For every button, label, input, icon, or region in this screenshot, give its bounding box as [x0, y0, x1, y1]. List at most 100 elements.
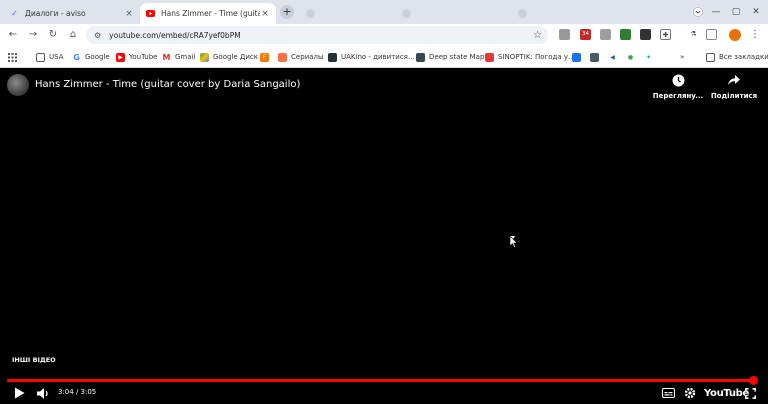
bookmark-translate[interactable]	[572, 50, 585, 64]
bookmark-google[interactable]: G Google	[72, 50, 110, 64]
extension-icon[interactable]	[640, 29, 651, 40]
bookmark-label: SINOPTIK: Погода у...	[498, 53, 575, 61]
bookmark-label: YouTube	[129, 53, 158, 61]
bookmark-sinoptik[interactable]: SINOPTIK: Погода у...	[485, 50, 575, 64]
watch-later-button[interactable]: Переглянy...	[648, 74, 708, 100]
bookmark-label: Google Диск	[213, 53, 259, 61]
bookmark-google-drive[interactable]: Google Диск	[200, 50, 258, 64]
scrubber-handle[interactable]	[748, 376, 758, 385]
bookmark-label: Все закладки	[719, 53, 768, 61]
tab-search-icon[interactable]	[688, 2, 708, 22]
bookmark-gmail[interactable]: M Gmail	[162, 50, 196, 64]
bookmark-f[interactable]: F	[260, 50, 273, 64]
globe-icon	[518, 9, 527, 18]
youtube-favicon-icon	[146, 9, 155, 18]
aviso-favicon-icon: ✓	[11, 9, 18, 18]
menu-dots-icon[interactable]: ⋮	[750, 27, 760, 43]
maximize-icon[interactable]: ▢	[726, 2, 746, 22]
bookmark-arrow[interactable]: ◀	[608, 50, 621, 64]
forward-icon[interactable]: →	[26, 28, 40, 42]
clock-icon	[648, 74, 708, 88]
folder-icon	[36, 52, 45, 62]
address-toolbar: ← → ↻ ⌂ ⚙ youtube.com/embed/cRA7yef0bPM …	[0, 24, 768, 46]
apps-grid-icon[interactable]	[8, 50, 17, 64]
youtube-icon: ▶	[116, 52, 125, 62]
arrow-left-icon: ◀	[610, 53, 615, 61]
play-icon[interactable]	[12, 386, 26, 400]
bookmark-deepstate[interactable]: Deep state Map	[416, 50, 484, 64]
volume-icon[interactable]	[36, 386, 50, 400]
extensions-puzzle-icon[interactable]: ✚	[660, 29, 671, 40]
video-title[interactable]: Hans Zimmer - Time (guitar cover by Dari…	[35, 79, 300, 90]
bookmark-label: USA	[49, 53, 64, 61]
tab-blurred[interactable]	[396, 3, 506, 24]
bookmark-dc[interactable]	[590, 50, 603, 64]
dc-icon	[590, 52, 599, 62]
google-drive-icon	[200, 52, 209, 62]
reload-icon[interactable]: ↻	[46, 28, 60, 42]
bookmark-label: Google	[85, 53, 110, 61]
watch-later-label: Переглянy...	[652, 92, 704, 100]
site-info-icon[interactable]: ⚙	[94, 31, 101, 40]
close-window-icon[interactable]: ✕	[746, 2, 766, 22]
sparkle-icon: ✦	[645, 53, 652, 61]
close-icon[interactable]: ×	[124, 9, 134, 19]
tab-blurred[interactable]	[512, 3, 630, 24]
extension-icon[interactable]	[600, 29, 611, 40]
bookmark-uakino[interactable]: UAKino - дивитися...	[328, 50, 415, 64]
bookmark-usa[interactable]: USA	[36, 50, 64, 64]
bookmark-maps[interactable]: ●	[626, 50, 639, 64]
back-icon[interactable]: ←	[6, 28, 20, 42]
share-label: Поділитися	[710, 92, 758, 100]
time-display: 3:04 / 3:05	[58, 388, 97, 396]
globe-icon	[306, 9, 315, 18]
fullscreen-icon[interactable]	[742, 386, 758, 400]
uakino-icon	[328, 52, 337, 62]
minimize-icon[interactable]: —	[706, 2, 726, 22]
close-icon[interactable]: ×	[260, 9, 270, 19]
progress-bar[interactable]	[7, 376, 758, 385]
extension-badge-icon[interactable]: 34	[580, 29, 591, 40]
bookmark-youtube[interactable]: ▶ YouTube	[116, 50, 157, 64]
folder-icon	[706, 52, 715, 62]
bookmark-star-icon[interactable]: ☆	[533, 30, 542, 41]
translate-icon	[572, 52, 581, 62]
f-logo-icon: F	[260, 52, 269, 62]
bookmark-all[interactable]: Все закладки	[706, 50, 768, 64]
bookmark-serials[interactable]: Сериалы	[278, 50, 323, 64]
deepstate-icon	[416, 52, 425, 62]
tab-label: Hans Zimmer - Time (guitar cove	[161, 9, 260, 18]
extension-icon[interactable]	[620, 29, 631, 40]
bookmark-label: UAKino - дивитися...	[341, 53, 415, 61]
address-bar[interactable]: ⚙ youtube.com/embed/cRA7yef0bPM ☆	[86, 26, 548, 44]
sinoptik-icon	[485, 52, 494, 62]
side-panel-icon[interactable]	[706, 29, 717, 40]
tab-youtube[interactable]: Hans Zimmer - Time (guitar cove ×	[140, 3, 276, 24]
profile-avatar[interactable]	[729, 29, 741, 41]
settings-gear-icon[interactable]	[682, 386, 698, 400]
new-tab-button[interactable]: +	[280, 5, 294, 19]
subtitles-icon[interactable]	[660, 386, 676, 400]
flame-icon	[278, 52, 287, 62]
url-text[interactable]: youtube.com/embed/cRA7yef0bPM	[109, 31, 533, 40]
progress-played	[7, 379, 754, 382]
more-bookmarks-chevron-icon[interactable]: »	[680, 50, 684, 64]
tab-blurred[interactable]	[300, 3, 390, 24]
bookmark-label: Сериалы	[291, 53, 324, 61]
channel-avatar[interactable]	[7, 74, 29, 96]
bookmark-star[interactable]: ✦	[644, 50, 657, 64]
home-icon[interactable]: ⌂	[66, 28, 80, 42]
video-player[interactable]: Hans Zimmer - Time (guitar cover by Dari…	[0, 68, 768, 404]
bookmark-label: Deep state Map	[429, 53, 485, 61]
tab-aviso[interactable]: ✓ Диалоги - aviso ×	[4, 3, 140, 24]
share-button[interactable]: Поділитися	[704, 74, 764, 100]
gmail-icon: M	[162, 52, 171, 62]
globe-icon	[402, 9, 411, 18]
share-arrow-icon	[704, 74, 764, 88]
google-icon: G	[73, 52, 80, 62]
more-videos-button[interactable]: ІНШІ ВІДЕО	[12, 356, 56, 364]
extension-icon[interactable]	[559, 29, 570, 40]
browser-chrome: ✓ Диалоги - aviso × Hans Zimmer - Time (…	[0, 0, 768, 68]
lab-flask-icon[interactable]: ⚗	[688, 29, 699, 40]
mouse-cursor-icon	[510, 236, 518, 248]
